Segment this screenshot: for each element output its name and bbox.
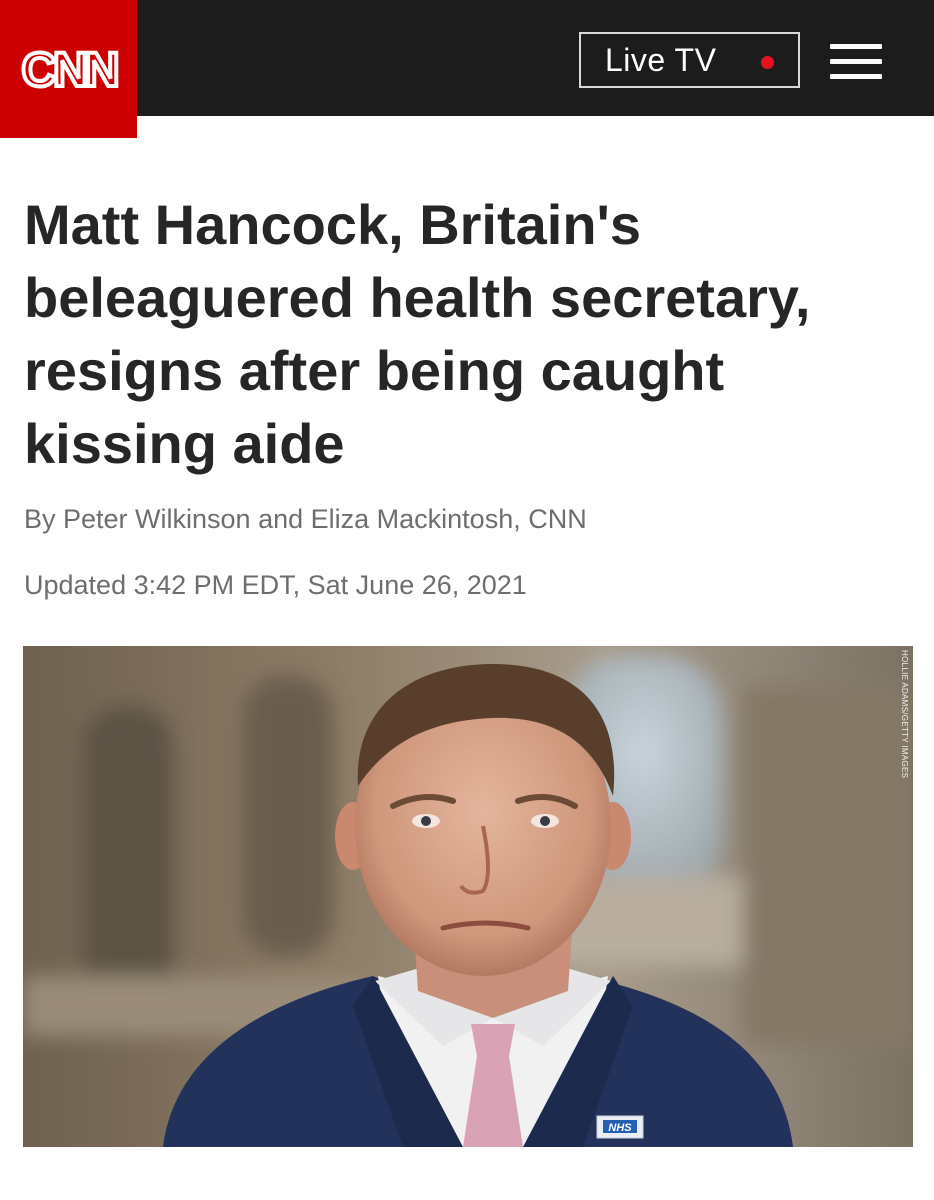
live-tv-label: Live TV — [605, 41, 717, 78]
live-indicator-dot-icon — [761, 56, 774, 69]
article-timestamp: Updated 3:42 PM EDT, Sat June 26, 2021 — [24, 570, 527, 600]
cnn-logo[interactable]: CNN — [0, 0, 137, 138]
nhs-badge-text: NHS — [608, 1122, 632, 1134]
logo-text: CNN — [21, 44, 116, 97]
article-hero-image[interactable]: NHS HOLLIE ADAMS/GETTY IMAGES — [23, 646, 913, 1147]
article-headline: Matt Hancock, Britain's beleaguered heal… — [24, 193, 811, 475]
portrait-photo-illustration: NHS — [23, 646, 913, 1147]
hamburger-menu-icon[interactable] — [830, 44, 882, 80]
article-byline: By Peter Wilkinson and Eliza Mackintosh,… — [24, 504, 587, 534]
photo-credit: HOLLIE ADAMS/GETTY IMAGES — [900, 650, 909, 779]
cnn-logo-icon: CNN — [19, 42, 121, 97]
live-tv-button[interactable]: Live TV — [579, 32, 800, 88]
